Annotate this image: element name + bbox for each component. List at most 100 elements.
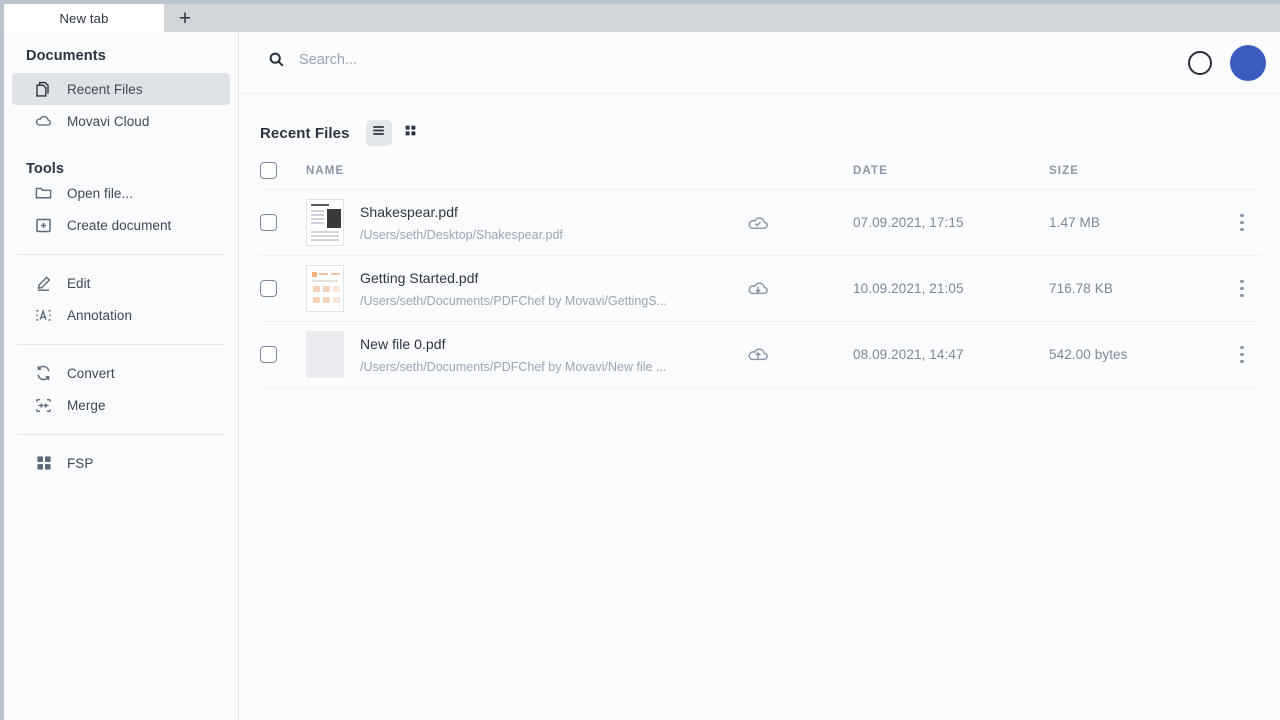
cloud-check-icon[interactable] [745, 212, 771, 234]
row-checkbox[interactable] [260, 346, 277, 363]
table-header-row: NAME DATE SIZE [260, 162, 1260, 190]
files-table: NAME DATE SIZE [260, 162, 1260, 388]
circle-outline-icon[interactable] [1188, 51, 1212, 75]
table-row[interactable]: New file 0.pdf /Users/seth/Documents/PDF… [260, 322, 1260, 388]
file-name: New file 0.pdf [360, 336, 666, 352]
file-name: Getting Started.pdf [360, 270, 667, 286]
sidebar-item-fsp[interactable]: FSP [12, 447, 230, 479]
sidebar-item-open-file[interactable]: Open file... [12, 177, 230, 209]
select-all-cell [260, 162, 306, 179]
sidebar-group-transform: Convert Merge [4, 357, 238, 421]
merge-arrows-icon [34, 396, 53, 415]
sidebar-item-label: Annotation [67, 308, 132, 323]
grid-view-button[interactable] [398, 120, 424, 146]
file-size: 542.00 bytes [1049, 347, 1224, 362]
row-name-cell: Shakespear.pdf /Users/seth/Desktop/Shake… [306, 199, 745, 246]
folder-open-icon [34, 184, 53, 203]
file-thumbnail [306, 265, 344, 312]
row-menu-cell [1224, 280, 1260, 298]
row-select-cell [260, 214, 306, 231]
search-input[interactable] [299, 52, 719, 68]
sidebar-group-editing: Edit Annotation [4, 267, 238, 331]
app-window: New tab + Documents Recent Files [4, 4, 1280, 720]
more-vertical-icon[interactable] [1240, 280, 1244, 298]
sidebar-group-file-actions: Open file... Create document [4, 177, 238, 241]
sidebar-item-merge[interactable]: Merge [12, 389, 230, 421]
table-row[interactable]: Getting Started.pdf /Users/seth/Document… [260, 256, 1260, 322]
page-title: Recent Files [260, 125, 350, 142]
file-date: 07.09.2021, 17:15 [853, 215, 1049, 230]
sidebar-item-label: Create document [67, 218, 171, 233]
sidebar-heading-tools: Tools [4, 161, 238, 177]
grid-squares-icon [34, 454, 53, 473]
table-row[interactable]: Shakespear.pdf /Users/seth/Desktop/Shake… [260, 190, 1260, 256]
sidebar-group-fsp: FSP [4, 447, 238, 479]
list-view-icon [371, 123, 386, 143]
sidebar-divider-1 [17, 254, 225, 255]
top-bar [240, 32, 1280, 94]
file-name: Shakespear.pdf [360, 204, 563, 220]
sidebar-item-convert[interactable]: Convert [12, 357, 230, 389]
column-header-name[interactable]: NAME [306, 165, 745, 177]
file-date: 08.09.2021, 14:47 [853, 347, 1049, 362]
row-select-cell [260, 280, 306, 297]
convert-arrows-icon [34, 364, 53, 383]
file-size: 1.47 MB [1049, 215, 1224, 230]
search-icon [268, 51, 285, 68]
sidebar-item-label: Movavi Cloud [67, 114, 149, 129]
cloud-icon [34, 112, 53, 131]
section-header: Recent Files [240, 94, 1280, 146]
cloud-upload-icon[interactable] [745, 344, 771, 366]
row-cloud-cell [745, 344, 853, 366]
row-cloud-cell [745, 212, 853, 234]
sidebar-item-label: Convert [67, 366, 115, 381]
row-name-cell: New file 0.pdf /Users/seth/Documents/PDF… [306, 331, 745, 378]
sidebar-item-annotation[interactable]: Annotation [12, 299, 230, 331]
main-content: Recent Files [240, 32, 1280, 720]
cloud-download-icon[interactable] [745, 278, 771, 300]
sidebar-item-label: Edit [67, 276, 90, 291]
file-path: /Users/seth/Documents/PDFChef by Movavi/… [360, 360, 666, 374]
row-checkbox[interactable] [260, 214, 277, 231]
row-select-cell [260, 346, 306, 363]
row-name-cell: Getting Started.pdf /Users/seth/Document… [306, 265, 745, 312]
pencil-icon [34, 274, 53, 293]
plus-icon: + [179, 8, 191, 29]
sidebar-item-label: Recent Files [67, 82, 143, 97]
row-menu-cell [1224, 214, 1260, 232]
sidebar-divider-3 [17, 434, 225, 435]
view-toggle [366, 120, 424, 146]
column-header-size[interactable]: SIZE [1049, 165, 1224, 177]
more-vertical-icon[interactable] [1240, 214, 1244, 232]
file-date: 10.09.2021, 21:05 [853, 281, 1049, 296]
tab-new-tab[interactable]: New tab [4, 4, 164, 32]
list-view-button[interactable] [366, 120, 392, 146]
new-tab-button[interactable]: + [164, 4, 206, 32]
column-header-date[interactable]: DATE [853, 165, 1049, 177]
sidebar-group-documents: Recent Files Movavi Cloud [4, 73, 238, 137]
search-container [268, 51, 719, 68]
file-size: 716.78 KB [1049, 281, 1224, 296]
sidebar-item-edit[interactable]: Edit [12, 267, 230, 299]
sidebar-divider-2 [17, 344, 225, 345]
sidebar-item-movavi-cloud[interactable]: Movavi Cloud [12, 105, 230, 137]
file-thumbnail [306, 199, 344, 246]
avatar[interactable] [1230, 45, 1266, 81]
row-checkbox[interactable] [260, 280, 277, 297]
row-menu-cell [1224, 346, 1260, 364]
more-vertical-icon[interactable] [1240, 346, 1244, 364]
sidebar-heading-documents: Documents [4, 48, 238, 64]
tab-bar: New tab + [4, 4, 1280, 32]
sidebar: Documents Recent Files Movavi Cloud [4, 32, 239, 720]
sidebar-item-recent-files[interactable]: Recent Files [12, 73, 230, 105]
grid-view-icon [403, 123, 418, 143]
file-thumbnail [306, 331, 344, 378]
file-path: /Users/seth/Desktop/Shakespear.pdf [360, 228, 563, 242]
documents-copy-icon [34, 80, 53, 99]
select-all-checkbox[interactable] [260, 162, 277, 179]
sidebar-item-label: FSP [67, 456, 93, 471]
sidebar-item-label: Open file... [67, 186, 133, 201]
row-cloud-cell [745, 278, 853, 300]
sidebar-item-create-document[interactable]: Create document [12, 209, 230, 241]
file-path: /Users/seth/Documents/PDFChef by Movavi/… [360, 294, 667, 308]
